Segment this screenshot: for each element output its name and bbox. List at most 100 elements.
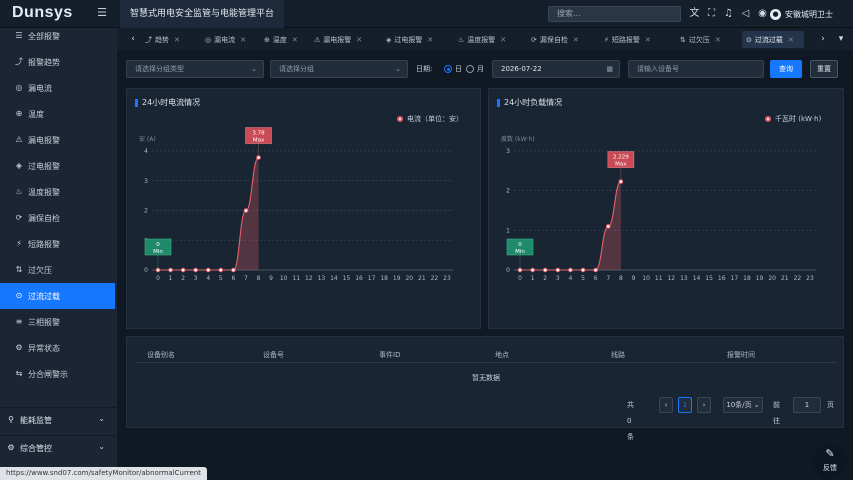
reset-button[interactable]: 重置 xyxy=(810,60,838,78)
close-icon[interactable]: ✕ xyxy=(715,36,721,44)
group-select[interactable]: 请选择分组 ⌄ xyxy=(270,60,408,78)
sidebar-item-label: 报警趋势 xyxy=(28,57,60,67)
tabs-next-icon[interactable]: › xyxy=(817,33,829,45)
sidebar-item[interactable]: ⟳ 漏保自检 xyxy=(0,205,115,231)
tab[interactable]: ⚠ 漏电报警 ✕ xyxy=(310,31,378,48)
device-input[interactable]: 请输入设备号 xyxy=(628,60,764,78)
trend-icon: ⤴ xyxy=(15,57,23,66)
column-header: 事件ID xyxy=(379,351,401,359)
x-tick-label: 4 xyxy=(206,275,210,282)
sidebar-item[interactable]: ⚙ 异常状态 xyxy=(0,335,115,361)
tab[interactable]: ⚡ 短路报警 ✕ xyxy=(600,31,672,48)
x-tick-label: 14 xyxy=(330,275,338,282)
sidebar-item[interactable]: ♨ 温度报警 xyxy=(0,179,115,205)
sidebar-item[interactable]: ≡ 三相报警 xyxy=(0,309,115,335)
query-button[interactable]: 查询 xyxy=(770,60,802,78)
tab[interactable]: ⤴ 趋势 ✕ xyxy=(141,31,199,48)
tab[interactable]: ⟳ 漏保自检 ✕ xyxy=(527,31,597,48)
sidebar-item[interactable]: ⤴ 报警趋势 xyxy=(0,49,115,75)
shortcircuit-icon: ⚡ xyxy=(16,239,22,248)
close-icon[interactable]: ✕ xyxy=(500,36,506,44)
radio-day[interactable] xyxy=(444,65,452,73)
data-point xyxy=(243,208,249,213)
app-title: 智慧式用电安全监管与电能管理平台 xyxy=(120,0,285,28)
close-icon[interactable]: ✕ xyxy=(356,36,362,44)
tab[interactable]: ◈ 过电报警 ✕ xyxy=(382,31,450,48)
close-icon[interactable]: ✕ xyxy=(292,36,298,44)
x-tick-label: 8 xyxy=(257,275,261,282)
prev-page-button[interactable]: ‹ xyxy=(659,397,673,413)
data-point xyxy=(218,267,224,273)
globe-icon[interactable]: ◉ xyxy=(757,7,768,21)
close-icon[interactable]: ✕ xyxy=(427,36,433,44)
page-number[interactable]: 1 xyxy=(678,397,692,413)
column-header: 设备别名 xyxy=(147,351,175,359)
status-url: https://www.snd07.com/safetyMonitor/abno… xyxy=(0,467,207,480)
radio-month[interactable] xyxy=(466,65,474,73)
feedback-label: 反馈 xyxy=(823,464,837,472)
close-icon[interactable]: ✕ xyxy=(240,36,246,44)
sidebar-item[interactable]: ☰ 全部报警 xyxy=(0,23,115,49)
close-icon[interactable]: ✕ xyxy=(573,36,579,44)
tab[interactable]: ♨ 温度报警 ✕ xyxy=(454,31,524,48)
sidebar-item-label: 温度 xyxy=(28,109,44,119)
tab-icon: ⚠ xyxy=(314,35,321,44)
sidebar-group[interactable]: ⚲ 能耗监管 ⌄ xyxy=(0,408,117,432)
data-point xyxy=(542,267,548,273)
x-tick-label: 15 xyxy=(343,275,351,282)
y-tick-label: 3 xyxy=(506,148,510,155)
leak-icon: ◎ xyxy=(15,83,23,92)
tab-label: 温度 xyxy=(272,35,287,44)
tab[interactable]: ⇅ 过欠压 ✕ xyxy=(676,31,738,48)
feedback-button[interactable]: ✎ 反馈 xyxy=(813,445,847,479)
x-tick-label: 6 xyxy=(231,275,235,282)
empty-text: 暂无数据 xyxy=(472,374,500,382)
bell-icon[interactable]: ♫ xyxy=(723,7,734,21)
sidebar-item[interactable]: ⚠ 漏电报警 xyxy=(0,127,115,153)
close-icon[interactable]: ✕ xyxy=(788,36,794,44)
sidebar-item[interactable]: ⇅ 过欠压 xyxy=(0,257,115,283)
page-size-select[interactable]: 10条/页 ⌄ xyxy=(723,397,763,413)
sidebar-item[interactable]: ◈ 过电报警 xyxy=(0,153,115,179)
sidebar-item-label: 全部报警 xyxy=(28,31,60,41)
translate-icon[interactable]: 文 xyxy=(689,7,700,21)
tabs-more-icon[interactable]: ▾ xyxy=(835,33,847,45)
x-tick-label: 5 xyxy=(581,275,585,282)
sidebar-item[interactable]: ⊙ 过流过载 xyxy=(0,283,115,309)
tab[interactable]: ◎ 漏电流 ✕ xyxy=(201,31,257,48)
radio-month-label: 月 xyxy=(477,65,484,73)
sidebar-item[interactable]: ⚡ 短路报警 xyxy=(0,231,115,257)
group-type-placeholder: 请选择分组类型 xyxy=(135,65,184,73)
x-tick-label: 19 xyxy=(393,275,401,282)
next-page-button[interactable]: › xyxy=(697,397,711,413)
volume-icon[interactable]: ◁ xyxy=(740,7,751,21)
sidebar-group[interactable]: ⚙ 综合管控 ⌄ xyxy=(0,436,117,460)
tabs-prev-icon[interactable]: ‹ xyxy=(127,33,139,45)
group-type-select[interactable]: 请选择分组类型 ⌄ xyxy=(126,60,264,78)
x-tick-label: 9 xyxy=(632,275,636,282)
goto-input[interactable]: 1 xyxy=(793,397,821,413)
data-point xyxy=(568,267,573,273)
voltage-icon: ⇅ xyxy=(15,265,23,274)
chevron-down-icon: ⌄ xyxy=(251,65,257,73)
fullscreen-icon[interactable]: ⛶ xyxy=(706,7,717,21)
close-icon[interactable]: ✕ xyxy=(174,36,180,44)
menu-toggle-icon[interactable]: ☰ xyxy=(96,7,108,19)
sidebar-item[interactable]: ◎ 漏电流 xyxy=(0,75,115,101)
sidebar-item[interactable]: ⊕ 温度 xyxy=(0,101,115,127)
search-input[interactable]: 搜索... xyxy=(548,6,681,22)
radio-day-label: 日 xyxy=(455,65,462,73)
date-picker[interactable]: 2026-07-22 ▦ xyxy=(492,60,620,78)
tab[interactable]: ⊙ 过流过载 ✕ xyxy=(742,31,804,48)
tab-label: 过欠压 xyxy=(688,35,710,44)
list-icon: ☰ xyxy=(15,31,23,40)
sidebar-item-label: 三相报警 xyxy=(28,317,60,327)
sidebar-item[interactable]: ⇆ 分合闸警示 xyxy=(0,361,115,387)
x-tick-label: 14 xyxy=(693,275,701,282)
tab-icon: ⇅ xyxy=(680,35,686,44)
switch-icon: ⇆ xyxy=(15,369,23,378)
data-point xyxy=(530,267,535,273)
tab[interactable]: ⊕ 温度 ✕ xyxy=(260,31,307,48)
close-icon[interactable]: ✕ xyxy=(645,36,651,44)
user-menu[interactable]: ● 安徽城明卫士 xyxy=(770,7,833,21)
